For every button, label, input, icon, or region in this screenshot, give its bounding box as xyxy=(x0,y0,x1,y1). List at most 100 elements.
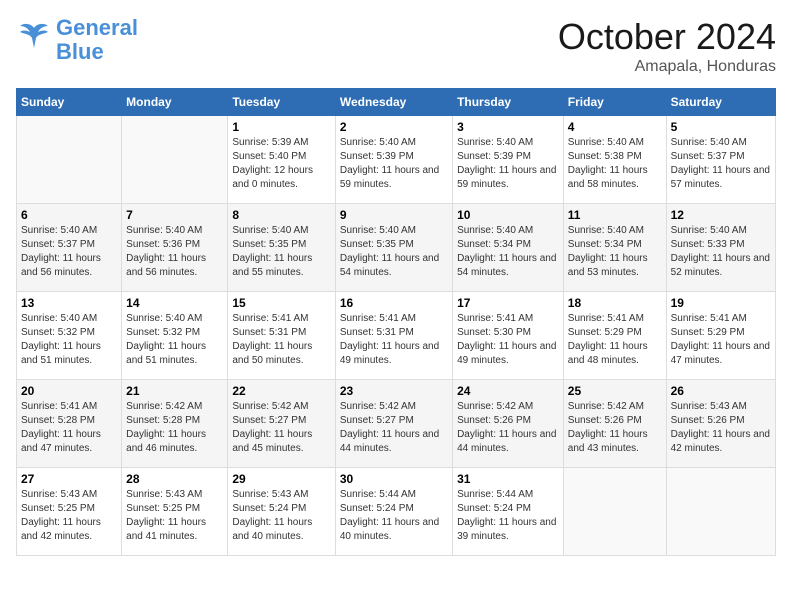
day-number: 7 xyxy=(126,208,223,222)
day-info: Sunrise: 5:43 AMSunset: 5:26 PMDaylight:… xyxy=(671,400,771,456)
calendar-table: SundayMondayTuesdayWednesdayThursdayFrid… xyxy=(16,88,776,556)
day-number: 19 xyxy=(671,296,771,310)
logo-line1: General xyxy=(56,15,138,40)
calendar-cell: 7 Sunrise: 5:40 AMSunset: 5:36 PMDayligh… xyxy=(122,204,228,292)
day-number: 22 xyxy=(232,384,330,398)
calendar-cell xyxy=(666,468,775,556)
week-row-3: 13 Sunrise: 5:40 AMSunset: 5:32 PMDaylig… xyxy=(17,292,776,380)
calendar-cell: 17 Sunrise: 5:41 AMSunset: 5:30 PMDaylig… xyxy=(453,292,564,380)
day-info: Sunrise: 5:40 AMSunset: 5:34 PMDaylight:… xyxy=(457,224,559,280)
calendar-cell: 14 Sunrise: 5:40 AMSunset: 5:32 PMDaylig… xyxy=(122,292,228,380)
calendar-cell: 5 Sunrise: 5:40 AMSunset: 5:37 PMDayligh… xyxy=(666,116,775,204)
title-block: October 2024 Amapala, Honduras xyxy=(558,16,776,76)
calendar-cell: 29 Sunrise: 5:43 AMSunset: 5:24 PMDaylig… xyxy=(228,468,335,556)
location: Amapala, Honduras xyxy=(558,58,776,76)
calendar-cell: 31 Sunrise: 5:44 AMSunset: 5:24 PMDaylig… xyxy=(453,468,564,556)
day-info: Sunrise: 5:43 AMSunset: 5:25 PMDaylight:… xyxy=(21,488,117,544)
calendar-cell: 19 Sunrise: 5:41 AMSunset: 5:29 PMDaylig… xyxy=(666,292,775,380)
calendar-header-row: SundayMondayTuesdayWednesdayThursdayFrid… xyxy=(17,89,776,116)
day-info: Sunrise: 5:42 AMSunset: 5:28 PMDaylight:… xyxy=(126,400,223,456)
day-info: Sunrise: 5:39 AMSunset: 5:40 PMDaylight:… xyxy=(232,136,330,192)
day-number: 5 xyxy=(671,120,771,134)
day-info: Sunrise: 5:41 AMSunset: 5:31 PMDaylight:… xyxy=(232,312,330,368)
logo-text: General Blue xyxy=(56,16,138,64)
day-number: 4 xyxy=(568,120,662,134)
page-header: General Blue October 2024 Amapala, Hondu… xyxy=(16,16,776,76)
day-number: 31 xyxy=(457,472,559,486)
day-info: Sunrise: 5:43 AMSunset: 5:24 PMDaylight:… xyxy=(232,488,330,544)
day-info: Sunrise: 5:41 AMSunset: 5:31 PMDaylight:… xyxy=(340,312,448,368)
calendar-cell: 28 Sunrise: 5:43 AMSunset: 5:25 PMDaylig… xyxy=(122,468,228,556)
day-info: Sunrise: 5:41 AMSunset: 5:29 PMDaylight:… xyxy=(568,312,662,368)
day-info: Sunrise: 5:44 AMSunset: 5:24 PMDaylight:… xyxy=(457,488,559,544)
calendar-cell: 10 Sunrise: 5:40 AMSunset: 5:34 PMDaylig… xyxy=(453,204,564,292)
day-number: 20 xyxy=(21,384,117,398)
calendar-cell: 9 Sunrise: 5:40 AMSunset: 5:35 PMDayligh… xyxy=(335,204,452,292)
calendar-cell: 15 Sunrise: 5:41 AMSunset: 5:31 PMDaylig… xyxy=(228,292,335,380)
week-row-1: 1 Sunrise: 5:39 AMSunset: 5:40 PMDayligh… xyxy=(17,116,776,204)
calendar-cell: 30 Sunrise: 5:44 AMSunset: 5:24 PMDaylig… xyxy=(335,468,452,556)
day-info: Sunrise: 5:40 AMSunset: 5:34 PMDaylight:… xyxy=(568,224,662,280)
day-info: Sunrise: 5:44 AMSunset: 5:24 PMDaylight:… xyxy=(340,488,448,544)
calendar-cell: 27 Sunrise: 5:43 AMSunset: 5:25 PMDaylig… xyxy=(17,468,122,556)
header-saturday: Saturday xyxy=(666,89,775,116)
calendar-cell: 21 Sunrise: 5:42 AMSunset: 5:28 PMDaylig… xyxy=(122,380,228,468)
day-info: Sunrise: 5:43 AMSunset: 5:25 PMDaylight:… xyxy=(126,488,223,544)
day-number: 26 xyxy=(671,384,771,398)
calendar-cell xyxy=(17,116,122,204)
month-title: October 2024 xyxy=(558,16,776,58)
header-sunday: Sunday xyxy=(17,89,122,116)
day-info: Sunrise: 5:42 AMSunset: 5:27 PMDaylight:… xyxy=(232,400,330,456)
calendar-cell: 16 Sunrise: 5:41 AMSunset: 5:31 PMDaylig… xyxy=(335,292,452,380)
day-number: 17 xyxy=(457,296,559,310)
calendar-cell: 1 Sunrise: 5:39 AMSunset: 5:40 PMDayligh… xyxy=(228,116,335,204)
calendar-cell: 6 Sunrise: 5:40 AMSunset: 5:37 PMDayligh… xyxy=(17,204,122,292)
day-number: 14 xyxy=(126,296,223,310)
calendar-cell: 26 Sunrise: 5:43 AMSunset: 5:26 PMDaylig… xyxy=(666,380,775,468)
header-friday: Friday xyxy=(563,89,666,116)
calendar-cell: 23 Sunrise: 5:42 AMSunset: 5:27 PMDaylig… xyxy=(335,380,452,468)
day-info: Sunrise: 5:40 AMSunset: 5:32 PMDaylight:… xyxy=(126,312,223,368)
day-info: Sunrise: 5:40 AMSunset: 5:39 PMDaylight:… xyxy=(457,136,559,192)
logo-line2: Blue xyxy=(56,39,104,64)
day-info: Sunrise: 5:41 AMSunset: 5:30 PMDaylight:… xyxy=(457,312,559,368)
calendar-cell: 22 Sunrise: 5:42 AMSunset: 5:27 PMDaylig… xyxy=(228,380,335,468)
day-info: Sunrise: 5:40 AMSunset: 5:35 PMDaylight:… xyxy=(232,224,330,280)
calendar-cell: 4 Sunrise: 5:40 AMSunset: 5:38 PMDayligh… xyxy=(563,116,666,204)
day-info: Sunrise: 5:40 AMSunset: 5:38 PMDaylight:… xyxy=(568,136,662,192)
day-number: 28 xyxy=(126,472,223,486)
day-number: 9 xyxy=(340,208,448,222)
day-number: 30 xyxy=(340,472,448,486)
day-info: Sunrise: 5:41 AMSunset: 5:29 PMDaylight:… xyxy=(671,312,771,368)
day-number: 1 xyxy=(232,120,330,134)
day-number: 27 xyxy=(21,472,117,486)
calendar-cell: 13 Sunrise: 5:40 AMSunset: 5:32 PMDaylig… xyxy=(17,292,122,380)
calendar-cell xyxy=(563,468,666,556)
day-info: Sunrise: 5:40 AMSunset: 5:37 PMDaylight:… xyxy=(671,136,771,192)
calendar-cell: 8 Sunrise: 5:40 AMSunset: 5:35 PMDayligh… xyxy=(228,204,335,292)
week-row-5: 27 Sunrise: 5:43 AMSunset: 5:25 PMDaylig… xyxy=(17,468,776,556)
header-monday: Monday xyxy=(122,89,228,116)
day-number: 12 xyxy=(671,208,771,222)
day-number: 29 xyxy=(232,472,330,486)
calendar-cell: 20 Sunrise: 5:41 AMSunset: 5:28 PMDaylig… xyxy=(17,380,122,468)
logo: General Blue xyxy=(16,16,138,64)
day-number: 11 xyxy=(568,208,662,222)
day-info: Sunrise: 5:40 AMSunset: 5:32 PMDaylight:… xyxy=(21,312,117,368)
day-number: 13 xyxy=(21,296,117,310)
day-info: Sunrise: 5:42 AMSunset: 5:26 PMDaylight:… xyxy=(568,400,662,456)
calendar-cell: 11 Sunrise: 5:40 AMSunset: 5:34 PMDaylig… xyxy=(563,204,666,292)
logo-bird-icon xyxy=(16,20,52,56)
day-number: 16 xyxy=(340,296,448,310)
day-number: 21 xyxy=(126,384,223,398)
calendar-cell: 2 Sunrise: 5:40 AMSunset: 5:39 PMDayligh… xyxy=(335,116,452,204)
calendar-cell xyxy=(122,116,228,204)
day-info: Sunrise: 5:40 AMSunset: 5:35 PMDaylight:… xyxy=(340,224,448,280)
day-number: 8 xyxy=(232,208,330,222)
day-number: 25 xyxy=(568,384,662,398)
day-info: Sunrise: 5:42 AMSunset: 5:26 PMDaylight:… xyxy=(457,400,559,456)
week-row-4: 20 Sunrise: 5:41 AMSunset: 5:28 PMDaylig… xyxy=(17,380,776,468)
week-row-2: 6 Sunrise: 5:40 AMSunset: 5:37 PMDayligh… xyxy=(17,204,776,292)
day-info: Sunrise: 5:41 AMSunset: 5:28 PMDaylight:… xyxy=(21,400,117,456)
day-info: Sunrise: 5:40 AMSunset: 5:37 PMDaylight:… xyxy=(21,224,117,280)
